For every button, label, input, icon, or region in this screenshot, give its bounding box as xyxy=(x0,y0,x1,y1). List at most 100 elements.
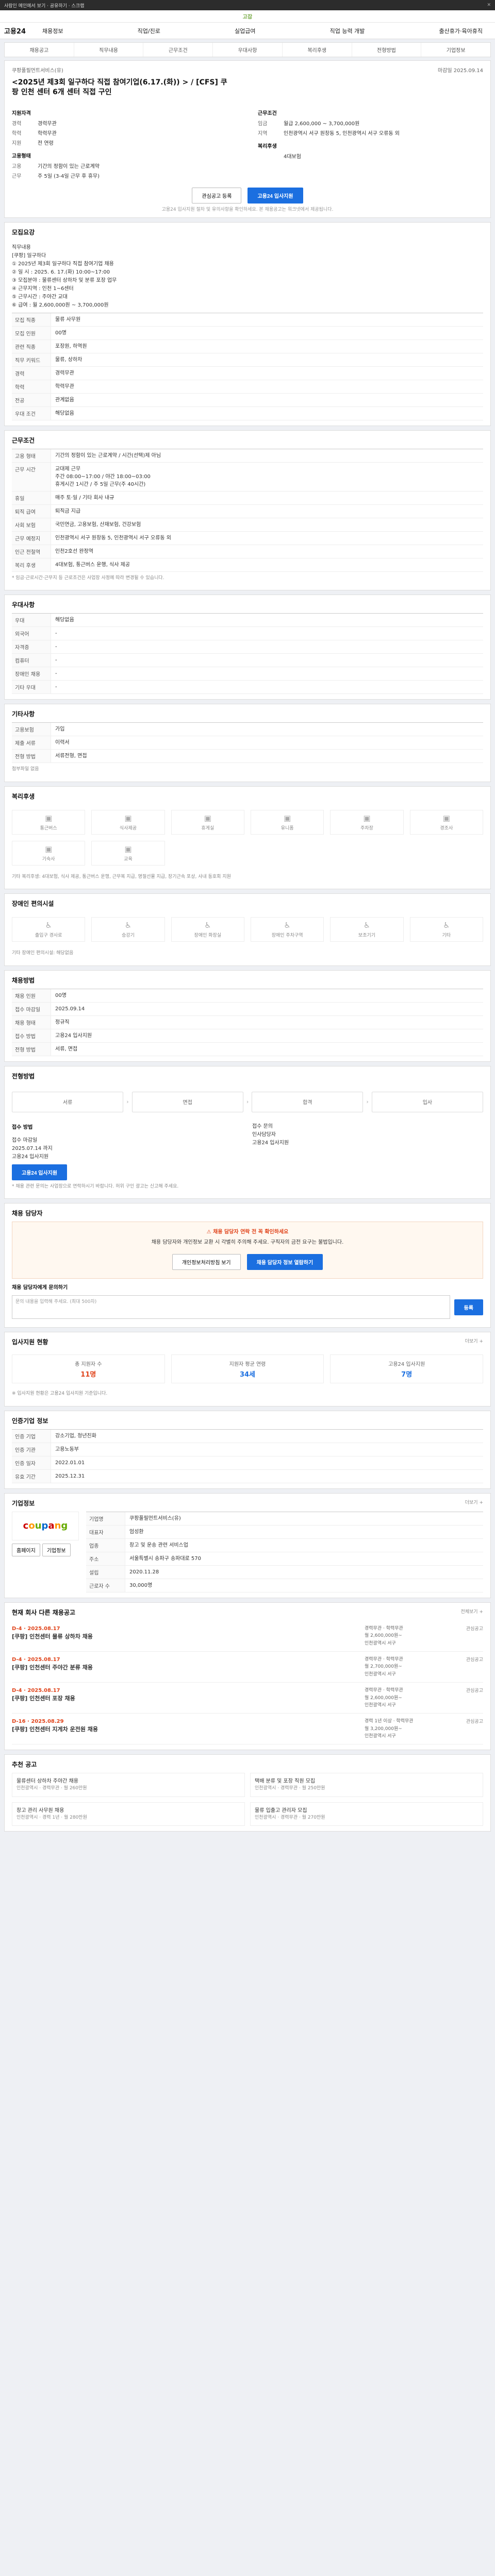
pref-section: 우대사항 우대 해당없음 외국어 - 자격증 - 컴퓨터 - 장애인 채용 - 기타 우대 - xyxy=(4,595,491,700)
row-key: 기업명 xyxy=(86,1512,125,1525)
row-value: 서류, 면접 xyxy=(55,1046,78,1052)
qa-textarea[interactable]: 문의 내용을 입력해 주세요. (최대 500자) xyxy=(12,1295,450,1319)
company-name[interactable]: 쿠팡풀필먼트서비스(유) xyxy=(12,66,63,74)
row-key: 접수 방법 xyxy=(12,1029,51,1042)
job-title-link[interactable]: [쿠팡] 인천센터 물류 상하차 채용 xyxy=(12,1633,359,1641)
stat-item: 고용24 입사지원 7명 xyxy=(330,1354,484,1384)
stat-label: 고용24 입사지원 xyxy=(388,1361,425,1367)
tab-item[interactable]: 우대사항 xyxy=(213,43,283,57)
tab-item[interactable]: 근무조건 xyxy=(143,43,213,57)
other-jobs-more-link[interactable]: 전체보기 + xyxy=(460,1608,483,1617)
feature-label: 기타 xyxy=(442,933,451,939)
tab-item[interactable]: 복리후생 xyxy=(283,43,352,57)
job-title-link[interactable]: [쿠팡] 인천센터 주야간 분류 채용 xyxy=(12,1664,359,1672)
homepage-button[interactable]: 홈페이지 xyxy=(12,1543,40,1556)
job-tag: D-4 · 2025.08.17 xyxy=(12,1656,60,1663)
row-key: 컴퓨터 xyxy=(12,654,51,667)
feature-icon: ♿ xyxy=(363,921,371,930)
kv-row: 지역 인천광역시 서구 원창동 5, 인천광역시 서구 오류동 외 xyxy=(258,128,483,138)
feature-item: ♿ 장애인 주차구역 xyxy=(250,917,324,942)
job-item[interactable]: D-16 · 2025.08.29 [쿠팡] 인천센터 지게차 운전원 채용 경력 … xyxy=(12,1714,483,1745)
feature-icon: ♿ xyxy=(204,921,211,930)
recommend-title[interactable]: 물류 입출고 관리자 모집 xyxy=(255,1807,478,1815)
row-value: 서류전형, 면접 xyxy=(55,753,87,759)
row-value: 고용노동부 xyxy=(55,1446,79,1452)
tab-item[interactable]: 기업정보 xyxy=(421,43,490,57)
recommend-title[interactable]: 창고 관리 사무원 채용 xyxy=(16,1807,240,1815)
feature-label: 휴게실 xyxy=(201,825,214,831)
table-row: 우대 해당없음 xyxy=(12,614,483,628)
job-scrap[interactable]: 관심공고 xyxy=(452,1656,483,1678)
feature-icon: ▣ xyxy=(363,813,371,823)
row-key: 경력 xyxy=(12,366,51,380)
process-step: 입사 xyxy=(371,1091,484,1112)
tab-item[interactable]: 직무내용 xyxy=(74,43,144,57)
feature-icon: ▣ xyxy=(284,813,291,823)
feature-icon: ♿ xyxy=(45,921,52,930)
job-scrap[interactable]: 관심공고 xyxy=(452,1625,483,1647)
recommend-item[interactable]: 물류 입출고 관리자 모집 인천광역시 · 경력무관 · 월 270만원 xyxy=(250,1802,483,1826)
apply-button-2[interactable]: 고용24 입사지원 xyxy=(12,1164,68,1180)
nav-item[interactable]: 직업/진로 xyxy=(133,27,166,35)
job-item[interactable]: D-4 · 2025.08.17 [쿠팡] 인천센터 주야간 분류 채용 경력무관 … xyxy=(12,1652,483,1683)
logo-letter: n xyxy=(54,1520,61,1532)
job-meta: 경력 1년 이상 · 학력무관 월 3,200,000원~ 인천광역시 서구 xyxy=(365,1719,414,1739)
kv-value: 학력무관 xyxy=(38,130,57,137)
table-row: 장애인 채용 - xyxy=(12,667,483,681)
job-scrap[interactable]: 관심공고 xyxy=(452,1687,483,1709)
job-title-link[interactable]: [쿠팡] 인천센터 지게차 운전원 채용 xyxy=(12,1725,359,1734)
kv-row: 학력 학력무관 xyxy=(12,128,237,138)
apply-contact: 접수 문의 인사담당자 고용24 입사지원 xyxy=(252,1123,289,1146)
recommend-title[interactable]: 택배 분류 및 포장 직원 모집 xyxy=(255,1777,478,1785)
row-value: 창고 및 운송 관련 서비스업 xyxy=(129,1542,188,1548)
warning-title: ⚠ 채용 담당자 연락 전 꼭 확인하세요 xyxy=(206,1229,289,1235)
nav-item[interactable]: 출산휴가·육아휴직 xyxy=(434,27,488,35)
company-more-link[interactable]: 더보기 + xyxy=(465,1499,483,1507)
site-logo[interactable]: 고잡 xyxy=(0,10,495,23)
row-key: 자격증 xyxy=(12,640,51,654)
cond-head: 근무조건 xyxy=(258,110,277,116)
job-item[interactable]: D-4 · 2025.08.17 [쿠팡] 인천센터 포장 채용 경력무관 · 학력… xyxy=(12,1683,483,1714)
job-scrap[interactable]: 관심공고 xyxy=(452,1718,483,1740)
company-section: 기업정보 더보기 + coupang 홈페이지 기업정보 기업명 쿠팡풀필먼트서비스… xyxy=(4,1493,491,1598)
feature-icon: ▣ xyxy=(442,813,450,823)
job-title-link[interactable]: [쿠팡] 인천센터 포장 채용 xyxy=(12,1694,359,1703)
recommend-item[interactable]: 물류센터 상하차 주야간 채용 인천광역시 · 경력무관 · 월 260만원 xyxy=(12,1773,245,1797)
close-icon[interactable]: ✕ xyxy=(487,3,491,8)
brand-title[interactable]: 고용24 xyxy=(4,26,26,36)
tab-item[interactable]: 채용공고 xyxy=(5,43,74,57)
nav-item[interactable]: 실업급여 xyxy=(229,27,260,35)
recommend-item[interactable]: 창고 관리 사무원 채용 인천광역시 · 경력 1년 · 월 280만원 xyxy=(12,1802,245,1826)
scrap-button[interactable]: 관심공고 등록 xyxy=(192,187,242,204)
recommend-sub: 인천광역시 · 경력무관 · 월 270만원 xyxy=(255,1815,325,1820)
stats-more-link[interactable]: 더보기 + xyxy=(465,1337,483,1346)
recommend-item[interactable]: 택배 분류 및 포장 직원 모집 인천광역시 · 경력무관 · 월 250만원 xyxy=(250,1773,483,1797)
tab-item[interactable]: 전형방법 xyxy=(352,43,422,57)
privacy-button[interactable]: 개인정보처리방침 보기 xyxy=(172,1254,241,1270)
job-item[interactable]: D-4 · 2025.08.17 [쿠팡] 인천센터 물류 상하차 채용 경력무관 … xyxy=(12,1621,483,1652)
recommend-title: 추천 공고 xyxy=(12,1761,37,1769)
recommend-title[interactable]: 물류센터 상하차 주야간 채용 xyxy=(16,1777,240,1785)
kv-row: 근무 주 5일 (3-4일 근무 후 휴무) xyxy=(12,171,237,180)
row-key: 인증 기관 xyxy=(12,1443,51,1456)
apply-button[interactable]: 고용24 입사지원 xyxy=(248,187,303,204)
feature-item: ♿ 기타 xyxy=(409,917,483,942)
process-section: 전형방법 서류 › 면접 › 합격 › 입사 접수 방법 접수 마감일 2025.07.14… xyxy=(4,1065,491,1199)
pref-title: 우대사항 xyxy=(12,601,35,609)
feature-icon: ▣ xyxy=(124,813,132,823)
table-row: 외국어 - xyxy=(12,627,483,641)
feature-icon: ▣ xyxy=(45,813,53,823)
row-value: 정규직 xyxy=(55,1019,70,1025)
process-step: 합격 xyxy=(252,1091,364,1112)
company-info-button[interactable]: 기업정보 xyxy=(42,1543,71,1556)
contact-view-button[interactable]: 채용 담당자 정보 열람하기 xyxy=(246,1254,323,1270)
attachment-link[interactable]: 첨부파일 없음 xyxy=(12,763,483,776)
kv-value: 4대보험 xyxy=(284,154,301,160)
table-row: 퇴직 급여 퇴직금 지급 xyxy=(12,504,483,518)
table-row: 접수 마감일 2025.09.14 xyxy=(12,1002,483,1016)
nav-item[interactable]: 직업 능력 개발 xyxy=(325,27,370,35)
recommend-sub: 인천광역시 · 경력 1년 · 월 280만원 xyxy=(16,1815,87,1820)
feature-label: 보조기기 xyxy=(358,933,376,939)
qa-submit-button[interactable]: 등록 xyxy=(454,1299,483,1315)
nav-item[interactable]: 채용정보 xyxy=(37,27,68,35)
